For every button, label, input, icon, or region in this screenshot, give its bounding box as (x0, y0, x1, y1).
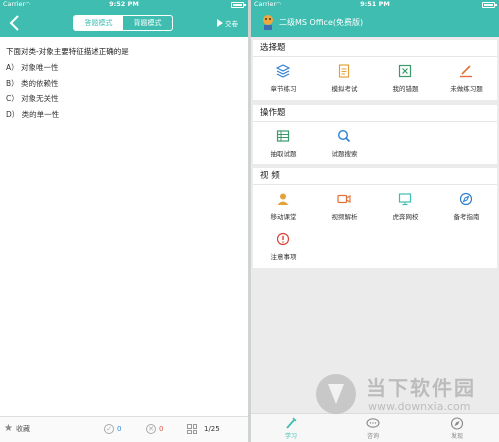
submit-button[interactable]: 交卷 (217, 18, 238, 28)
option-d[interactable]: D） 类的单一性 (6, 109, 244, 125)
submit-label: 交卷 (225, 20, 238, 28)
question-screen: Carrier ◠ 9:52 PM 答题模式 背题模式 交卷 下面对类-对象主要… (0, 0, 248, 442)
tile-notes[interactable]: 注意事项 (253, 225, 314, 265)
correct-count: 0 (117, 425, 122, 433)
watermark-logo-icon (316, 374, 356, 414)
watermark: 当下软件园 www.downxia.com (312, 370, 492, 420)
tab-label: 咨询 (366, 433, 379, 440)
tile-mobile-class[interactable]: 移动课堂 (253, 185, 314, 225)
tile-label: 未做练习题 (450, 85, 483, 93)
favorite-button[interactable]: ★ 收藏 (4, 424, 30, 434)
tab-consult[interactable]: 咨询 (353, 417, 393, 440)
battery-icon (231, 2, 244, 8)
status-time: 9:51 PM (360, 0, 390, 8)
question-bottom-bar: ★ 收藏 ✓ 0 ✕ 0 1/25 (0, 416, 248, 442)
tile-label: 备考指南 (453, 213, 480, 221)
tile-label: 注意事项 (270, 253, 297, 261)
status-time: 9:52 PM (109, 0, 139, 8)
section-title: 视 频 (253, 168, 497, 185)
wrong-counter: ✕ 0 (146, 424, 163, 434)
tile-label: 模拟考试 (331, 85, 358, 93)
check-icon: ✓ (104, 424, 114, 434)
tile-chapter-practice[interactable]: 章节练习 (253, 57, 314, 97)
tile-undone-practice[interactable]: 未做练习题 (436, 57, 497, 97)
tab-label: 发现 (450, 433, 463, 440)
answer-sheet-button[interactable]: 1/25 (187, 424, 220, 434)
tile-label: 我的错题 (392, 85, 419, 93)
document-icon (338, 64, 350, 78)
battery-tip (495, 3, 497, 6)
tile-label: 视频解析 (331, 213, 358, 221)
tile-label: 移动课堂 (270, 213, 297, 221)
tile-video-analysis[interactable]: 视频解析 (314, 185, 375, 225)
pencil-icon (286, 417, 297, 429)
user-icon (277, 193, 289, 205)
tab-label: 学习 (284, 433, 297, 440)
option-a[interactable]: A） 对象唯一性 (6, 62, 244, 78)
tab-memorize-mode[interactable]: 背题模式 (123, 16, 172, 30)
question-text: 下面对类-对象主要特征描述正确的是 (6, 47, 129, 56)
compass-icon (459, 192, 473, 206)
progress-label: 1/25 (204, 425, 220, 433)
status-bar: Carrier ◠ 9:51 PM (251, 0, 499, 9)
search-icon (337, 129, 351, 143)
section-title: 选择题 (253, 40, 497, 57)
tile-draw-question[interactable]: 抽取试题 (253, 122, 314, 162)
app-title: 二级MS Office(免费版) (279, 18, 364, 27)
tile-question-search[interactable]: 试题搜索 (314, 122, 375, 162)
question-navbar: 答题模式 背题模式 交卷 (0, 9, 248, 37)
battery-tip (244, 3, 246, 6)
watermark-name: 当下软件园 (366, 376, 476, 400)
back-icon[interactable] (8, 15, 22, 31)
monitor-icon (398, 193, 412, 206)
table-icon (276, 130, 290, 142)
alert-icon (276, 232, 290, 246)
video-icon (337, 194, 351, 204)
play-icon (217, 19, 223, 27)
favorite-label: 收藏 (15, 425, 30, 433)
cross-icon: ✕ (146, 424, 156, 434)
tile-label: 章节练习 (270, 85, 297, 93)
tile-mock-exam[interactable]: 模拟考试 (314, 57, 375, 97)
battery-icon (482, 2, 495, 8)
error-sheet-icon (398, 64, 412, 78)
tiger-logo-icon (263, 15, 273, 30)
wrong-count: 0 (159, 425, 164, 433)
section-operation: 操作题 抽取试题 试题搜索 (253, 105, 497, 164)
layers-icon (276, 64, 290, 78)
tile-label: 虎奔网校 (392, 213, 419, 221)
option-b[interactable]: B） 类的依赖性 (6, 78, 244, 94)
star-icon: ★ (4, 423, 13, 434)
tile-exam-guide[interactable]: 备考指南 (436, 185, 497, 225)
tab-discover[interactable]: 发现 (437, 417, 477, 440)
tile-label: 抽取试题 (270, 150, 297, 158)
tile-my-mistakes[interactable]: 我的错题 (375, 57, 436, 97)
correct-counter: ✓ 0 (104, 424, 121, 434)
tile-online-school[interactable]: 虎奔网校 (375, 185, 436, 225)
watermark-url: www.downxia.com (368, 400, 471, 413)
status-bar: Carrier ◠ 9:52 PM (0, 0, 248, 9)
grid-icon (187, 424, 197, 434)
option-c[interactable]: C） 对象无关性 (6, 93, 244, 109)
section-choice: 选择题 章节练习 模拟考试 我的错题 未做练习题 (253, 40, 497, 100)
pen-icon (460, 65, 472, 78)
mode-switch: 答题模式 背题模式 (73, 15, 173, 31)
section-video: 视 频 移动课堂 视频解析 虎奔网校 备考指南 注意事项 (253, 168, 497, 268)
tab-study[interactable]: 学习 (271, 417, 311, 440)
tab-answer-mode[interactable]: 答题模式 (74, 16, 123, 30)
question-body: 下面对类-对象主要特征描述正确的是 A） 对象唯一性 B） 类的依赖性 C） 对… (6, 46, 244, 124)
tile-label: 试题搜索 (331, 150, 358, 158)
home-navbar: 二级MS Office(免费版) (251, 9, 499, 37)
section-title: 操作题 (253, 105, 497, 122)
